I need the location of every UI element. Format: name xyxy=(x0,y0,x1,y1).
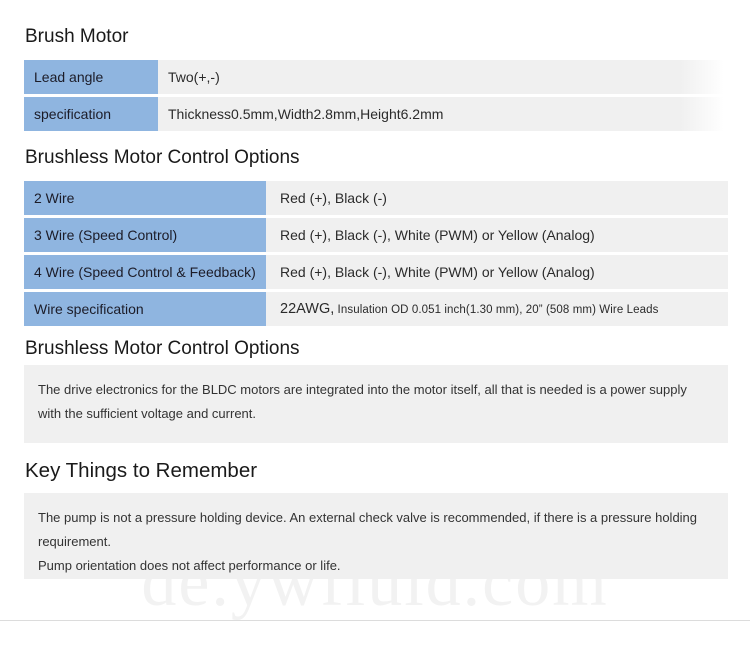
table-row: 4 Wire (Speed Control & Feedback) Red (+… xyxy=(24,255,728,289)
spec-key-cell: Wire specification xyxy=(24,292,266,326)
wire-awg-label: 22AWG, xyxy=(280,300,335,317)
spec-key-cell: specification xyxy=(24,97,158,131)
brush-motor-spec-table: Lead angle Two(+,-) specification Thickn… xyxy=(24,57,726,134)
spec-value-cell: Thickness0.5mm,Width2.8mm,Height6.2mm xyxy=(158,97,726,131)
key-things-paragraph: Pump orientation does not affect perform… xyxy=(38,558,341,573)
key-things-note-box: The pump is not a pressure holding devic… xyxy=(24,493,728,579)
key-things-paragraph: The pump is not a pressure holding devic… xyxy=(38,510,698,549)
bldc-note-paragraph: The drive electronics for the BLDC motor… xyxy=(38,382,687,421)
bldc-control-options-table: 2 Wire Red (+), Black (-) 3 Wire (Speed … xyxy=(24,178,728,329)
section-heading-bldc-note: Brushless Motor Control Options xyxy=(25,338,300,359)
footer-divider xyxy=(0,620,750,621)
section-heading-bldc-options: Brushless Motor Control Options xyxy=(25,147,300,168)
table-row: 2 Wire Red (+), Black (-) xyxy=(24,181,728,215)
spec-value-cell: Red (+), Black (-) xyxy=(266,181,728,215)
table-row: specification Thickness0.5mm,Width2.8mm,… xyxy=(24,97,726,131)
table-row: 3 Wire (Speed Control) Red (+), Black (-… xyxy=(24,218,728,252)
spec-value-cell: Two(+,-) xyxy=(158,60,726,94)
spec-value-cell: Red (+), Black (-), White (PWM) or Yello… xyxy=(266,255,728,289)
bldc-note-box: The drive electronics for the BLDC motor… xyxy=(24,365,728,443)
spec-key-cell: 4 Wire (Speed Control & Feedback) xyxy=(24,255,266,289)
spec-key-cell: Lead angle xyxy=(24,60,158,94)
spec-key-cell: 2 Wire xyxy=(24,181,266,215)
section-heading-key-things: Key Things to Remember xyxy=(25,459,258,482)
page-title-brush-motor: Brush Motor xyxy=(25,26,129,47)
wire-detail-label: Insulation OD 0.051 inch(1.30 mm), 20” (… xyxy=(334,303,659,316)
document-page: de.ywfluid.com Brush Motor Lead angle Tw… xyxy=(0,0,750,645)
table-row: Wire specification 22AWG, Insulation OD … xyxy=(24,292,728,326)
spec-value-cell-wire: 22AWG, Insulation OD 0.051 inch(1.30 mm)… xyxy=(266,292,728,326)
spec-value-cell: Red (+), Black (-), White (PWM) or Yello… xyxy=(266,218,728,252)
table-row: Lead angle Two(+,-) xyxy=(24,60,726,94)
spec-key-cell: 3 Wire (Speed Control) xyxy=(24,218,266,252)
